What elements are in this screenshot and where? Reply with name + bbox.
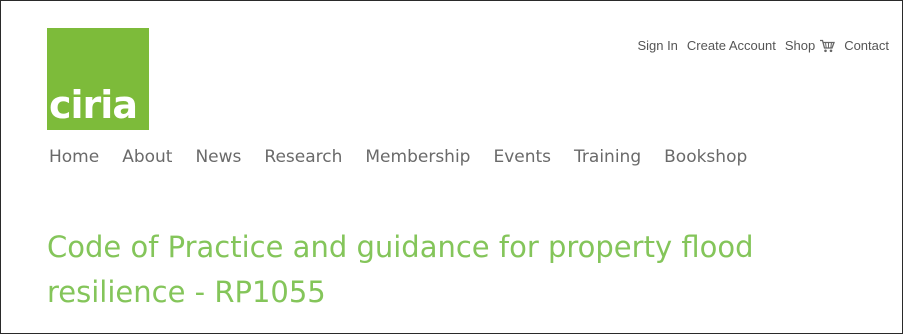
ciria-logo[interactable]: ciria [47, 28, 149, 130]
shop-link-group[interactable]: Shop [785, 38, 836, 53]
main-nav: Home About News Research Membership Even… [49, 147, 747, 167]
nav-item-home[interactable]: Home [49, 147, 99, 167]
utility-nav: Sign In Create Account Shop Contact [637, 38, 889, 53]
nav-item-membership[interactable]: Membership [365, 147, 470, 167]
nav-item-events[interactable]: Events [493, 147, 551, 167]
shopping-cart-icon[interactable] [819, 39, 836, 53]
contact-link[interactable]: Contact [844, 38, 889, 53]
sign-in-link[interactable]: Sign In [637, 38, 677, 53]
page-title: Code of Practice and guidance for proper… [47, 230, 754, 309]
nav-item-research[interactable]: Research [264, 147, 342, 167]
nav-item-bookshop[interactable]: Bookshop [664, 147, 747, 167]
nav-item-about[interactable]: About [122, 147, 172, 167]
create-account-link[interactable]: Create Account [687, 38, 776, 53]
logo-wordmark: ciria [49, 83, 138, 127]
screenshot-frame: ciria Sign In Create Account Shop Contac… [0, 0, 903, 334]
shop-link[interactable]: Shop [785, 38, 815, 53]
nav-item-news[interactable]: News [195, 147, 241, 167]
nav-item-training[interactable]: Training [574, 147, 641, 167]
